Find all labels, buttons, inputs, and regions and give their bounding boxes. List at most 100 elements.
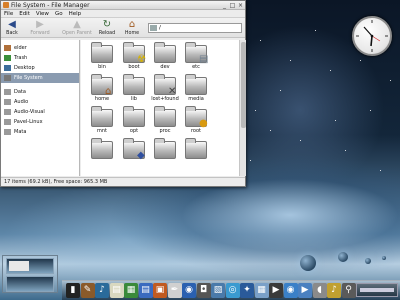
star-decoration xyxy=(370,110,371,111)
sidebar-item-label: Mata xyxy=(14,129,27,135)
writer-icon[interactable]: ▤ xyxy=(138,283,153,298)
pen-icon[interactable]: ✒ xyxy=(167,283,182,298)
folder-icon: ◆ xyxy=(123,138,145,161)
forward-button[interactable]: ▶ Forward xyxy=(28,19,52,37)
folder-item[interactable] xyxy=(87,138,119,171)
clapper-icon[interactable]: ▶ xyxy=(269,283,283,298)
folder-item[interactable]: proc xyxy=(150,106,182,139)
notes-icon[interactable]: ▤ xyxy=(109,283,124,298)
title-bar[interactable]: File System - File Manager _ □ × xyxy=(1,1,245,10)
folder-item[interactable]: media xyxy=(181,74,213,107)
sidebar-item-data[interactable]: Data xyxy=(1,87,79,97)
eye-icon[interactable]: ◎ xyxy=(225,283,240,298)
star-decoration xyxy=(380,170,381,171)
menu-view[interactable]: View xyxy=(36,10,49,17)
folder-icon xyxy=(4,109,11,115)
folder-item[interactable]: bin xyxy=(87,42,119,75)
spreadsheet-icon[interactable]: ▦ xyxy=(124,283,138,298)
workspace-1[interactable] xyxy=(6,258,54,274)
sidebar-item-desktop[interactable]: Desktop xyxy=(1,63,79,73)
sidebar-item-audio[interactable]: Audio xyxy=(1,97,79,107)
workspace-2[interactable] xyxy=(6,276,54,292)
sidebar-item-elder[interactable]: elder xyxy=(1,43,79,53)
star-decoration xyxy=(250,160,251,161)
network-icon[interactable]: ✦ xyxy=(240,283,254,298)
audio-icon[interactable]: ♪ xyxy=(327,283,341,298)
clock-widget[interactable] xyxy=(352,16,392,56)
open-parent-button[interactable]: ▲ Open Parent xyxy=(62,19,92,37)
menu-go[interactable]: Go xyxy=(55,10,63,17)
calendar-icon[interactable]: ▦ xyxy=(254,283,269,298)
star-decoration xyxy=(280,90,281,91)
vertical-scrollbar[interactable] xyxy=(239,40,246,176)
folder-item[interactable]: opt xyxy=(119,106,151,139)
tools-icon[interactable]: ✎ xyxy=(80,283,95,298)
address-bar[interactable]: / xyxy=(148,23,242,33)
folder-name: lib xyxy=(131,96,137,102)
minimize-button[interactable]: _ xyxy=(221,2,228,9)
presentation-icon[interactable]: ▣ xyxy=(153,283,167,298)
folder-icon xyxy=(185,138,207,159)
sidebar-item-audio-visual[interactable]: Audio-Visual xyxy=(1,107,79,117)
folder-item[interactable]: ● root xyxy=(181,106,213,139)
folder-item[interactable]: lib xyxy=(119,74,151,107)
star-decoration xyxy=(255,110,256,111)
folder-name: dev xyxy=(160,64,170,70)
home-folder-icon xyxy=(4,45,11,51)
star-decoration xyxy=(300,140,301,141)
folder-icon xyxy=(4,89,11,95)
folder-item[interactable] xyxy=(181,138,213,171)
toolbar: ◀ Back ▶ Forward ▲ Open Parent ↻ Reload … xyxy=(1,18,245,38)
sidebar-item-label: Data xyxy=(14,89,26,95)
sidebar-item-pavel-linux[interactable]: Pavel-Linux xyxy=(1,117,79,127)
folder-item[interactable]: mnt xyxy=(87,106,119,139)
folder-item[interactable]: dev xyxy=(150,42,182,75)
system-tray[interactable] xyxy=(356,283,398,297)
clock-face-icon xyxy=(356,20,388,52)
window-preview xyxy=(9,261,29,271)
terminal-icon[interactable]: ▮ xyxy=(66,283,80,298)
folder-item[interactable]: ✕ lost+found xyxy=(150,74,182,107)
sidebar-item-file-system[interactable]: File System xyxy=(1,73,79,83)
window-title: File System - File Manager xyxy=(11,2,90,9)
sidebar-item-label: Audio-Visual xyxy=(14,109,45,115)
folder-item[interactable]: ☢ boot xyxy=(119,42,151,75)
sidebar-item-label: File System xyxy=(14,75,43,81)
play-icon[interactable]: ▶ xyxy=(298,283,312,298)
folder-item[interactable]: ◆ xyxy=(119,138,151,171)
photo-icon[interactable]: ▧ xyxy=(211,283,225,298)
media-icon[interactable]: ♪ xyxy=(95,283,109,298)
folder-item[interactable] xyxy=(150,138,182,171)
mouse-icon[interactable]: ◖ xyxy=(312,283,327,298)
maximize-button[interactable]: □ xyxy=(229,2,236,9)
trash-icon xyxy=(4,55,11,61)
back-button[interactable]: ◀ Back xyxy=(3,19,21,37)
sidebar-item-mata[interactable]: Mata xyxy=(1,127,79,137)
camera-icon[interactable]: ◘ xyxy=(196,283,211,298)
web-browser-icon[interactable]: ◉ xyxy=(182,283,196,298)
close-button[interactable]: × xyxy=(237,2,244,9)
menu-edit[interactable]: Edit xyxy=(19,10,30,17)
folder-name: lost+found xyxy=(151,96,179,102)
planet-decoration xyxy=(338,252,348,262)
folder-item[interactable]: ⌂ home xyxy=(87,74,119,107)
folder-name: mnt xyxy=(97,128,107,134)
folder-name: proc xyxy=(159,128,171,134)
folder-item[interactable]: ▤ etc xyxy=(181,42,213,75)
tray-meter xyxy=(360,288,394,292)
sidebar-item-trash[interactable]: Trash xyxy=(1,53,79,63)
planet-decoration xyxy=(300,255,316,271)
disc-icon[interactable]: ◉ xyxy=(283,283,298,298)
search-icon[interactable]: ⚲ xyxy=(341,283,356,298)
desktop-icon xyxy=(4,65,11,71)
forward-arrow-icon: ▶ xyxy=(36,19,44,30)
home-button[interactable]: ⌂ Home xyxy=(122,19,142,37)
folder-icon xyxy=(91,138,113,159)
address-text: / xyxy=(159,25,161,31)
reload-button[interactable]: ↻ Reload xyxy=(97,19,117,37)
menu-help[interactable]: Help xyxy=(69,10,82,17)
scrollbar-thumb[interactable] xyxy=(241,42,246,128)
reload-label: Reload xyxy=(98,31,116,36)
menu-file[interactable]: File xyxy=(4,10,13,17)
folder-icon: ☢ xyxy=(123,42,146,65)
